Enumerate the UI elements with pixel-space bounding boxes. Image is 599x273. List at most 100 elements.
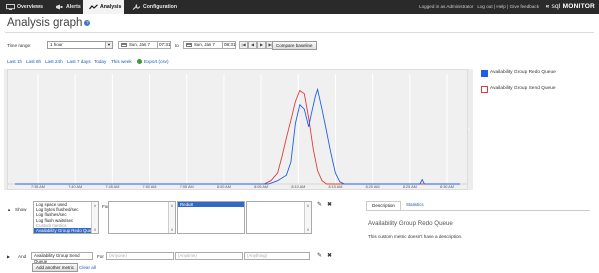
to-date-field[interactable]: Sun, Jan 7 xyxy=(183,41,223,49)
quick-link-this-week[interactable]: This week xyxy=(111,59,132,64)
collapse-icon[interactable]: ▲ xyxy=(7,207,11,212)
tab-configuration-label: Configuration xyxy=(143,4,177,10)
calendar-icon xyxy=(121,43,127,47)
from-time-field[interactable]: 07:31 xyxy=(157,41,171,49)
clear-all-link[interactable]: Clear all xyxy=(79,265,96,270)
description-text: This custom metric doesn't have a descri… xyxy=(368,234,463,239)
first-page-button[interactable]: |◀ xyxy=(239,41,248,49)
time-range-select[interactable]: 1 hour ▼ xyxy=(47,41,113,49)
target-list-3[interactable] xyxy=(246,201,312,234)
edit-icon[interactable]: ✎ xyxy=(317,201,322,208)
logo-mark: « xyxy=(545,3,550,10)
for-field-1[interactable]: (Anyone) xyxy=(106,252,174,260)
logo-suffix: MONITOR xyxy=(562,3,595,10)
scrollbar[interactable] xyxy=(304,202,311,233)
chart-svg xyxy=(8,74,467,185)
edit-icon[interactable]: ✎ xyxy=(317,252,322,259)
x-tick-label: 7:50 AM xyxy=(142,185,157,189)
x-tick-label: 8:05 AM xyxy=(254,185,269,189)
list-item-selected[interactable]: Availability Group Redo Queue xyxy=(34,228,98,233)
to-label: to xyxy=(175,43,179,48)
tab-description[interactable]: Description xyxy=(366,201,401,210)
x-tick-label: 8:10 AM xyxy=(291,185,306,189)
metric-list[interactable]: Log space used Log bytes flushed/sec Log… xyxy=(33,201,99,234)
from-time-value: 07:31 xyxy=(159,42,171,47)
legend-swatch-send xyxy=(481,86,488,93)
legend-label-send: Availability Group Send Queue xyxy=(490,86,556,91)
divider xyxy=(5,32,594,33)
x-tick-label: 8:30 AM xyxy=(440,185,454,189)
analysis-chart xyxy=(7,69,468,190)
quick-link-1h[interactable]: Last 1h xyxy=(7,59,22,64)
logged-in-text: Logged in as Administrator xyxy=(419,4,474,9)
list-item-selected[interactable]: Redu8 xyxy=(178,202,244,208)
for-field-3[interactable]: (Anything) xyxy=(244,252,310,260)
from-date-field[interactable]: Sun, Jan 7 xyxy=(118,41,158,49)
x-tick-label: 7:45 AM xyxy=(105,185,120,189)
tab-configuration[interactable]: Configuration xyxy=(126,0,182,14)
page-title-text: Analysis graph xyxy=(7,17,83,29)
time-range-label: Time range: xyxy=(7,43,32,48)
expand-icon[interactable]: ▶ xyxy=(7,254,10,259)
legend-item-redo[interactable]: Availability Group Redo Queue xyxy=(481,70,556,77)
and-metric-field[interactable]: Availability Group Send Queue xyxy=(31,252,93,264)
tab-alerts[interactable]: Alerts xyxy=(49,0,82,14)
legend-swatch-redo xyxy=(481,70,488,77)
logout-link[interactable]: Log out xyxy=(477,4,492,9)
top-nav-bar: Overviews Alerts Analysis Configuration … xyxy=(0,0,599,14)
legend-label-redo: Availability Group Redo Queue xyxy=(490,70,556,75)
target-list-2[interactable]: Redu8 xyxy=(177,201,245,234)
nav-separator: | xyxy=(507,4,509,9)
megaphone-icon xyxy=(56,4,63,10)
quick-link-7-days[interactable]: Last 7 days xyxy=(67,59,91,64)
to-time-field[interactable]: 08:31 xyxy=(222,41,236,49)
from-date-value: Sun, Jan 7 xyxy=(129,42,150,47)
series-line-redo-queue xyxy=(15,87,460,185)
for-field-2[interactable]: (Anytime) xyxy=(175,252,243,260)
tab-analysis[interactable]: Analysis xyxy=(83,0,124,14)
compare-baseline-button[interactable]: Compare baseline xyxy=(272,41,317,50)
target-list-1[interactable] xyxy=(108,201,176,234)
line-graph-icon xyxy=(89,4,98,10)
help-link[interactable]: Help xyxy=(496,4,505,9)
x-tick-label: 8:15 AM xyxy=(328,185,343,189)
x-tick-label: 7:35 AM xyxy=(31,185,45,189)
prev-page-button[interactable]: ◀ xyxy=(248,41,257,49)
help-icon[interactable]: ? xyxy=(84,20,91,26)
time-range-value: 1 hour xyxy=(50,42,63,47)
quick-link-6h[interactable]: Last 6h xyxy=(26,59,41,64)
remove-icon[interactable]: ✖ xyxy=(327,201,332,208)
next-page-button[interactable]: ▶ xyxy=(257,41,266,49)
nav-separator: | xyxy=(493,4,496,9)
series-line-send-queue xyxy=(15,89,460,185)
remove-icon[interactable]: ✖ xyxy=(327,252,332,259)
tab-overviews[interactable]: Overviews xyxy=(0,0,47,14)
quick-link-today[interactable]: Today xyxy=(94,59,106,64)
quick-link-24h[interactable]: Last 24h xyxy=(45,59,63,64)
description-panel: Description Statistics Availability Grou… xyxy=(366,201,590,269)
sql-monitor-logo: « sql MONITOR xyxy=(546,0,595,14)
logo-prefix: sql xyxy=(551,3,561,10)
x-tick-label: 8:00 AM xyxy=(216,185,231,189)
scrollbar[interactable] xyxy=(168,202,175,233)
x-tick-label: 8:20 AM xyxy=(365,185,380,189)
description-heading: Availability Group Redo Queue xyxy=(368,220,453,227)
export-icon xyxy=(137,59,142,64)
feedback-link[interactable]: Give feedback xyxy=(510,4,539,9)
add-metric-button[interactable]: Add another metric xyxy=(32,263,79,272)
to-time-value: 08:31 xyxy=(224,42,236,47)
x-tick-label: 7:40 AM xyxy=(68,185,83,189)
and-label: And xyxy=(18,254,27,259)
x-tick-label: 7:55 AM xyxy=(179,185,194,189)
for-label: For xyxy=(97,254,104,259)
tab-overviews-label: Overviews xyxy=(17,4,43,10)
export-csv-link[interactable]: Export (csv) xyxy=(137,59,169,64)
tab-statistics[interactable]: Statistics xyxy=(402,201,428,210)
export-csv-label: Export (csv) xyxy=(144,59,169,64)
legend-item-send[interactable]: Availability Group Send Queue xyxy=(481,86,556,93)
chevron-down-icon: ▼ xyxy=(105,42,112,48)
scrollbar[interactable] xyxy=(91,202,98,233)
tab-alerts-label: Alerts xyxy=(66,4,81,10)
x-tick-label: 8:25 AM xyxy=(402,185,417,189)
calendar-icon xyxy=(186,43,192,47)
